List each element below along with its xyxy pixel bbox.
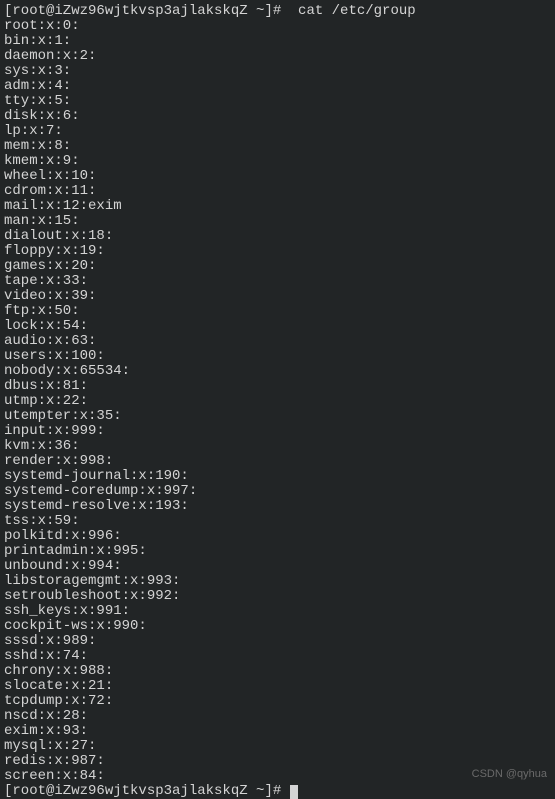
- terminal-output-line: lock:x:54:: [4, 319, 551, 334]
- terminal-output-line: redis:x:987:: [4, 754, 551, 769]
- terminal-output-line: utmp:x:22:: [4, 394, 551, 409]
- terminal-output-line: mem:x:8:: [4, 139, 551, 154]
- terminal-output-line: sys:x:3:: [4, 64, 551, 79]
- terminal-output-line: lp:x:7:: [4, 124, 551, 139]
- terminal-output-line: mail:x:12:exim: [4, 199, 551, 214]
- terminal-output-line: screen:x:84:: [4, 769, 551, 784]
- terminal-output-line: cdrom:x:11:: [4, 184, 551, 199]
- terminal-output-line: bin:x:1:: [4, 34, 551, 49]
- terminal-output-line: systemd-journal:x:190:: [4, 469, 551, 484]
- terminal-output-line: tty:x:5:: [4, 94, 551, 109]
- terminal-output-line: daemon:x:2:: [4, 49, 551, 64]
- terminal-output-line: root:x:0:: [4, 19, 551, 34]
- terminal-output-line: slocate:x:21:: [4, 679, 551, 694]
- terminal-output-line: input:x:999:: [4, 424, 551, 439]
- terminal-output-line: dialout:x:18:: [4, 229, 551, 244]
- terminal-output-line: systemd-resolve:x:193:: [4, 499, 551, 514]
- terminal-output-line: tcpdump:x:72:: [4, 694, 551, 709]
- terminal-output-line: utempter:x:35:: [4, 409, 551, 424]
- terminal-output-line: audio:x:63:: [4, 334, 551, 349]
- terminal-output-line: sssd:x:989:: [4, 634, 551, 649]
- terminal-output-line: users:x:100:: [4, 349, 551, 364]
- terminal-output-line: video:x:39:: [4, 289, 551, 304]
- terminal-output-line: mysql:x:27:: [4, 739, 551, 754]
- terminal-output-line: floppy:x:19:: [4, 244, 551, 259]
- terminal-prompt-cursor-line[interactable]: [root@iZwz96wjtkvsp3ajlakskqZ ~]#: [4, 784, 551, 799]
- terminal-output-line: exim:x:93:: [4, 724, 551, 739]
- terminal-output-line: tss:x:59:: [4, 514, 551, 529]
- terminal-output-line: cockpit-ws:x:990:: [4, 619, 551, 634]
- terminal-output-line: kvm:x:36:: [4, 439, 551, 454]
- terminal-output-line: libstoragemgmt:x:993:: [4, 574, 551, 589]
- watermark-text: CSDN @qyhua: [472, 767, 547, 782]
- terminal-output-line: wheel:x:10:: [4, 169, 551, 184]
- terminal-output-line: ssh_keys:x:991:: [4, 604, 551, 619]
- terminal-output-line: render:x:998:: [4, 454, 551, 469]
- cursor-icon: [290, 785, 298, 799]
- terminal-output-line: nscd:x:28:: [4, 709, 551, 724]
- terminal-prompt-line: [root@iZwz96wjtkvsp3ajlakskqZ ~]# cat /e…: [4, 4, 551, 19]
- terminal-output-line: ftp:x:50:: [4, 304, 551, 319]
- terminal-output-line: sshd:x:74:: [4, 649, 551, 664]
- terminal-output-line: kmem:x:9:: [4, 154, 551, 169]
- terminal-output-line: chrony:x:988:: [4, 664, 551, 679]
- terminal-output-line: nobody:x:65534:: [4, 364, 551, 379]
- terminal-output-line: setroubleshoot:x:992:: [4, 589, 551, 604]
- terminal-output-line: adm:x:4:: [4, 79, 551, 94]
- terminal-output[interactable]: [root@iZwz96wjtkvsp3ajlakskqZ ~]# cat /e…: [4, 4, 551, 799]
- terminal-output-line: games:x:20:: [4, 259, 551, 274]
- terminal-output-line: dbus:x:81:: [4, 379, 551, 394]
- terminal-output-line: systemd-coredump:x:997:: [4, 484, 551, 499]
- terminal-output-line: unbound:x:994:: [4, 559, 551, 574]
- terminal-output-line: printadmin:x:995:: [4, 544, 551, 559]
- terminal-output-line: polkitd:x:996:: [4, 529, 551, 544]
- terminal-output-line: man:x:15:: [4, 214, 551, 229]
- terminal-output-line: tape:x:33:: [4, 274, 551, 289]
- terminal-output-line: disk:x:6:: [4, 109, 551, 124]
